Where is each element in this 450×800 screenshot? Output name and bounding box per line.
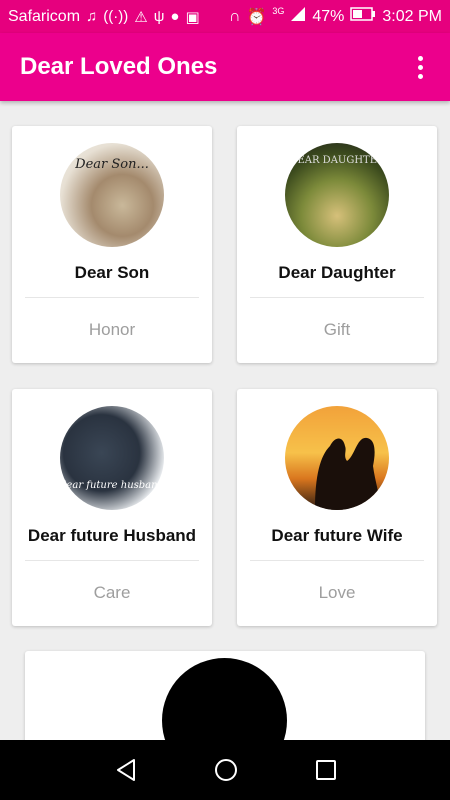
android-icon: ● xyxy=(170,8,180,25)
divider xyxy=(25,560,199,561)
son-photo-caption: Dear Son... xyxy=(75,157,149,172)
app-title: Dear Loved Ones xyxy=(20,53,218,80)
couple-silhouette xyxy=(315,437,381,510)
recents-icon[interactable] xyxy=(315,758,337,787)
card-title: Dear Son xyxy=(74,263,150,282)
card-partial[interactable] xyxy=(25,651,425,751)
divider xyxy=(250,297,424,298)
network-type: 3G xyxy=(272,5,285,16)
battery-percent: 47% xyxy=(312,7,345,25)
son-photo: Dear Son... xyxy=(60,143,164,247)
headphones-icon: ∩ xyxy=(228,7,241,25)
card-title: Dear Daughter xyxy=(278,263,396,282)
carrier-name: Safaricom xyxy=(8,7,81,25)
image-icon: ▣ xyxy=(185,8,200,26)
battery-icon xyxy=(350,7,376,26)
wife-photo xyxy=(285,406,389,510)
music-icon: ♫ xyxy=(86,8,98,25)
daughter-photo-caption: DEAR DAUGHTER xyxy=(289,155,385,166)
alarm-icon: ⏰ xyxy=(246,8,267,26)
navigation-bar xyxy=(0,740,450,800)
card-subtitle: Love xyxy=(318,583,356,602)
app-bar: Dear Loved Ones xyxy=(0,33,450,101)
daughter-photo: DEAR DAUGHTER xyxy=(285,143,389,247)
home-icon[interactable] xyxy=(214,758,238,787)
usb-icon: ψ xyxy=(153,8,165,25)
card-dear-daughter[interactable]: DEAR DAUGHTER Dear Daughter Gift xyxy=(237,126,437,363)
status-bar: Safaricom ♫ ((·)) ⚠ ψ ● ▣ ∩ ⏰ 3G 47% 3:0… xyxy=(0,0,450,33)
card-dear-future-husband[interactable]: dear future husband Dear future Husband … xyxy=(12,389,212,626)
card-subtitle: Care xyxy=(93,583,131,602)
overflow-menu-icon[interactable] xyxy=(410,55,430,79)
card-title: Dear future Wife xyxy=(271,526,403,545)
card-title: Dear future Husband xyxy=(27,526,197,545)
clock: 3:02 PM xyxy=(382,7,442,25)
husband-photo: dear future husband xyxy=(60,406,164,510)
signal-icon xyxy=(290,6,306,27)
divider xyxy=(25,297,199,298)
status-icons-right: ∩ ⏰ 3G 47% 3:02 PM xyxy=(229,6,442,27)
hotspot-icon: ((·)) xyxy=(103,8,129,25)
card-photo xyxy=(162,658,287,751)
card-subtitle: Honor xyxy=(88,320,136,339)
back-icon[interactable] xyxy=(115,758,137,787)
card-subtitle: Gift xyxy=(323,320,351,339)
divider xyxy=(250,560,424,561)
status-icons-left: ♫ ((·)) ⚠ ψ ● ▣ xyxy=(86,8,200,26)
husband-photo-caption: dear future husband xyxy=(60,480,164,491)
card-dear-future-wife[interactable]: Dear future Wife Love xyxy=(237,389,437,626)
warning-icon: ⚠ xyxy=(134,8,148,26)
card-dear-son[interactable]: Dear Son... Dear Son Honor xyxy=(12,126,212,363)
